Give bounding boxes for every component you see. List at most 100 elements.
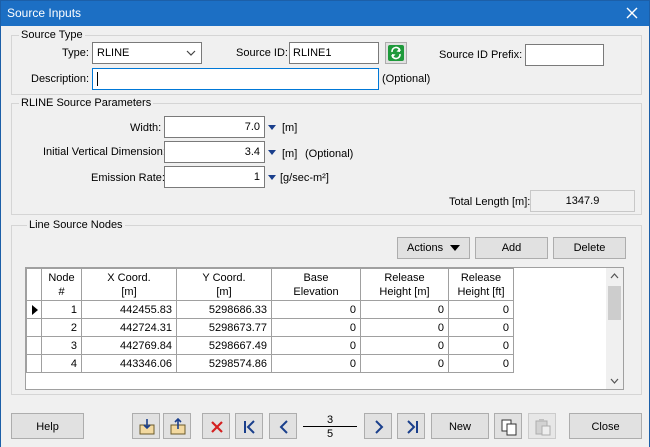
initial-vertical-dimension-label: Initial Vertical Dimension: (43, 146, 166, 158)
new-label: New (448, 421, 471, 433)
vertical-scrollbar[interactable] (606, 268, 623, 389)
table-header-row: Node # X Coord. [m] Y Coord. [m] Base Elevat… (26, 268, 514, 301)
actions-label: Actions (407, 242, 444, 254)
next-record-icon (375, 420, 384, 434)
table-row[interactable]: 1 442455.83 5298686.33 0 0 0 (26, 300, 514, 319)
width-dropdown-arrow-icon[interactable] (268, 125, 276, 130)
ivd-dropdown-arrow-icon[interactable] (268, 150, 276, 155)
width-label: Width: (130, 122, 162, 134)
type-dropdown[interactable]: RLINE (92, 42, 202, 64)
line-source-nodes-legend: Line Source Nodes (27, 219, 125, 231)
import-button[interactable] (132, 413, 160, 439)
table-cell[interactable]: 442724.31 (81, 318, 177, 337)
source-id-value: RLINE1 (293, 47, 332, 59)
row-selector[interactable] (26, 318, 42, 337)
table-cell[interactable]: 3 (41, 336, 82, 355)
source-id-prefix-field[interactable] (525, 44, 604, 66)
table-cell[interactable]: 0 (448, 300, 514, 319)
width-field[interactable]: 7.0 (164, 116, 265, 138)
close-window-icon[interactable] (621, 2, 643, 24)
table-cell[interactable]: 5298673.77 (176, 318, 272, 337)
add-node-button[interactable]: Add (475, 237, 548, 259)
first-record-button[interactable] (235, 413, 263, 439)
emission-rate-label: Emission Rate: (91, 172, 165, 184)
column-header[interactable]: Release Height [m] (360, 268, 449, 301)
table-cell[interactable]: 0 (271, 354, 361, 373)
table-cell[interactable]: 0 (360, 318, 449, 337)
total-length-display: 1347.9 (530, 190, 635, 212)
close-button[interactable]: Close (569, 413, 642, 439)
title-bar: Source Inputs (1, 1, 649, 26)
table-cell[interactable]: 442455.83 (81, 300, 177, 319)
paste-button[interactable] (528, 413, 556, 439)
row-selector-header (26, 268, 42, 301)
table-cell[interactable]: 0 (448, 318, 514, 337)
nodes-grid[interactable]: Node # X Coord. [m] Y Coord. [m] Base Elevat… (25, 267, 624, 390)
table-cell[interactable]: 0 (271, 300, 361, 319)
width-unit: [m] (282, 122, 298, 134)
emission-dropdown-arrow-icon[interactable] (268, 175, 276, 180)
source-id-field[interactable]: RLINE1 (289, 42, 379, 64)
table-cell[interactable]: 5298686.33 (176, 300, 272, 319)
scroll-down-icon[interactable] (610, 378, 619, 384)
type-label: Type: (62, 47, 89, 59)
copy-button[interactable] (494, 413, 522, 439)
source-id-prefix-label: Source ID Prefix: (439, 49, 523, 61)
actions-button[interactable]: Actions (397, 237, 470, 259)
type-value: RLINE (97, 47, 130, 59)
table-cell[interactable]: 5298574.86 (176, 354, 272, 373)
table-cell[interactable]: 0 (271, 318, 361, 337)
table-cell[interactable]: 443346.06 (81, 354, 177, 373)
total-length-label: Total Length [m]: (449, 196, 531, 208)
table-cell[interactable]: 4 (41, 354, 82, 373)
text-caret (97, 72, 98, 86)
actions-dropdown-icon (450, 245, 460, 251)
table-cell[interactable]: 0 (448, 354, 514, 373)
previous-record-button[interactable] (269, 413, 297, 439)
ivd-unit: [m] (282, 148, 298, 160)
description-field[interactable] (92, 68, 379, 90)
record-divider (303, 426, 357, 427)
next-record-button[interactable] (364, 413, 392, 439)
delete-node-button[interactable]: Delete (553, 237, 626, 259)
help-button[interactable]: Help (11, 413, 84, 439)
table-cell[interactable]: 1 (41, 300, 82, 319)
table-cell[interactable]: 0 (360, 336, 449, 355)
last-record-button[interactable] (397, 413, 425, 439)
export-icon (170, 418, 186, 435)
refresh-id-button[interactable] (385, 42, 407, 64)
add-label: Add (501, 242, 522, 254)
table-cell[interactable]: 442769.84 (81, 336, 177, 355)
row-selector[interactable] (26, 354, 42, 373)
table-row[interactable]: 2 442724.31 5298673.77 0 0 0 (26, 318, 514, 337)
export-button[interactable] (163, 413, 191, 439)
new-record-button[interactable]: New (431, 413, 489, 439)
table-cell[interactable]: 0 (271, 336, 361, 355)
table-row[interactable]: 4 443346.06 5298574.86 0 0 0 (26, 354, 514, 373)
row-selector[interactable] (26, 336, 42, 355)
column-header[interactable]: X Coord. [m] (81, 268, 177, 301)
row-selector[interactable] (26, 300, 42, 319)
column-header[interactable]: Node # (41, 268, 82, 301)
source-inputs-window: Source Inputs Source Type Type: RLINE So… (0, 0, 650, 447)
emission-rate-field[interactable]: 1 (164, 166, 265, 188)
paste-icon (535, 419, 551, 436)
copy-icon (501, 419, 517, 436)
scroll-up-icon[interactable] (610, 273, 619, 279)
table-row[interactable]: 3 442769.84 5298667.49 0 0 0 (26, 336, 514, 355)
table-cell[interactable]: 0 (360, 354, 449, 373)
table-cell[interactable]: 0 (360, 300, 449, 319)
table-cell[interactable]: 0 (448, 336, 514, 355)
last-record-icon (407, 420, 418, 434)
column-header[interactable]: Y Coord. [m] (176, 268, 272, 301)
table-cell[interactable]: 5298667.49 (176, 336, 272, 355)
column-header[interactable]: Base Elevation (271, 268, 361, 301)
current-row-indicator-icon (32, 304, 38, 315)
column-header[interactable]: Release Height [ft] (448, 268, 514, 301)
table-cell[interactable]: 2 (41, 318, 82, 337)
delete-record-button[interactable] (202, 413, 230, 439)
record-counter: 3 5 (301, 413, 359, 440)
initial-vertical-dimension-field[interactable]: 3.4 (164, 141, 265, 163)
scroll-thumb[interactable] (608, 286, 621, 320)
chevron-down-icon (186, 50, 196, 56)
